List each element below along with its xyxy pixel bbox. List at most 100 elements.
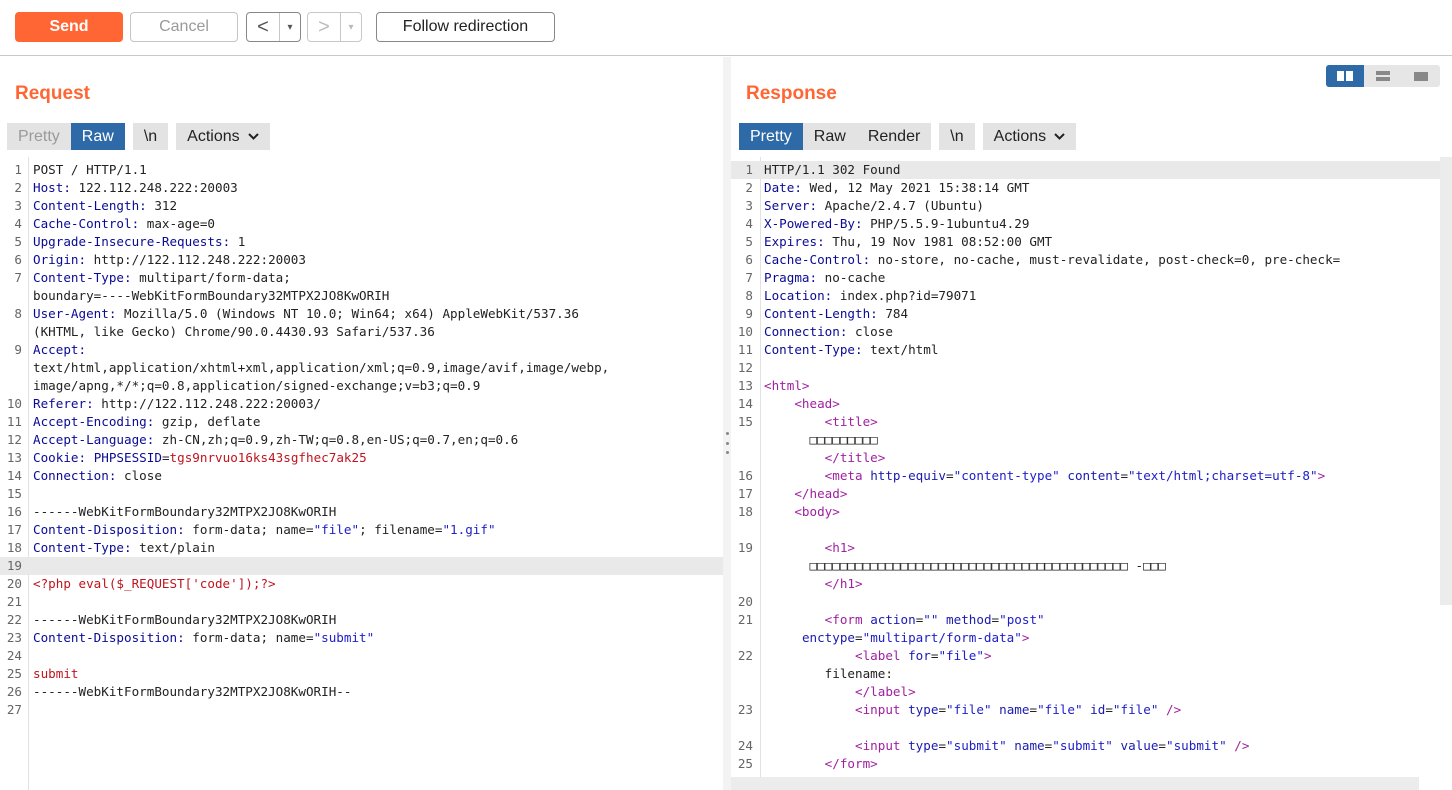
header-name: Host: [33, 180, 64, 195]
actions-menu-button[interactable]: Actions: [982, 123, 1077, 150]
line-number: 5: [14, 234, 22, 249]
code-line: 3 Server: Apache/2.4.7 (Ubuntu): [731, 197, 1452, 215]
line-text: Host: 122.112.248.222:20003: [33, 180, 238, 195]
panel-divider[interactable]: [723, 57, 731, 790]
cancel-button[interactable]: Cancel: [130, 12, 238, 42]
follow-redirection-button[interactable]: Follow redirection: [376, 12, 555, 42]
line-text: Connection: close: [33, 468, 162, 483]
line-number: 27: [6, 702, 22, 717]
html-attr: name: [999, 702, 1030, 717]
line-text: Content-Length: 784: [764, 306, 909, 321]
line-text: Cache-Control: no-store, no-cache, must-…: [764, 252, 1341, 267]
layout-side-by-side-icon[interactable]: [1326, 65, 1364, 87]
back-dropdown-icon[interactable]: ▾: [280, 13, 300, 41]
line-number: 13: [737, 378, 753, 393]
line-number: 10: [737, 324, 753, 339]
line-value: index.php?id=79071: [832, 288, 977, 303]
line-text: Accept-Encoding: gzip, deflate: [33, 414, 261, 429]
code-line: 21: [0, 593, 723, 611]
header-name: Content-Type: [33, 270, 124, 285]
code-line: 18 <body>: [731, 503, 1452, 521]
html-tag: <form: [794, 612, 863, 627]
line-number: 14: [737, 396, 753, 411]
header-name: Connection: [764, 324, 840, 339]
line-value: zh-CN,zh;q=0.9,zh-TW;q=0.8,en-US;q=0.7,e…: [154, 432, 519, 447]
line-number: 21: [737, 612, 753, 627]
line-value: http://122.112.248.222:20003/: [93, 396, 322, 411]
back-arrow-icon[interactable]: <: [247, 13, 280, 41]
line-value: close: [116, 468, 162, 483]
newline-toggle-button[interactable]: \n: [939, 123, 975, 150]
code-line: boundary=----WebKitFormBoundary32MTPX2JO…: [0, 287, 723, 305]
line-value: multipart/form-data;: [131, 270, 291, 285]
line-text: Accept:: [33, 342, 87, 357]
line-number: 7: [14, 270, 22, 285]
tab-pretty[interactable]: Pretty: [739, 123, 803, 150]
code-line: 26 ------WebKitFormBoundary32MTPX2JO8KwOR…: [0, 683, 723, 701]
line-value: close: [847, 324, 893, 339]
code-line: 3 Content-Length: 312: [0, 197, 723, 215]
html-attr-value: "submit": [1052, 738, 1113, 753]
vertical-scrollbar[interactable]: [1440, 157, 1452, 605]
layout-tabbed-icon[interactable]: [1402, 65, 1440, 87]
actions-menu-button[interactable]: Actions: [176, 123, 270, 150]
toolbar: Send Cancel < ▾ > ▾ Follow redirection: [0, 0, 1452, 56]
newline-toggle-button[interactable]: \n: [132, 123, 169, 150]
line-text: HTTP/1.1 302 Found: [764, 161, 900, 179]
request-editor[interactable]: 1 POST / HTTP/1.1 2 Host: 122.112.248.222:2…: [0, 157, 723, 790]
tab-raw[interactable]: Raw: [70, 123, 125, 150]
line-value: POST / HTTP/1.1: [33, 162, 147, 177]
tab-pretty[interactable]: Pretty: [7, 123, 71, 150]
line-number: 16: [737, 468, 753, 483]
history-forward-group: > ▾: [307, 12, 362, 42]
line-number: 19: [6, 558, 22, 573]
html-attr: for: [908, 648, 931, 663]
line-number: 22: [6, 612, 22, 627]
horizontal-scrollbar[interactable]: [731, 777, 1419, 790]
html-attr: http-equiv: [870, 468, 947, 483]
line-text: Referer: http://122.112.248.222:20003/: [33, 396, 322, 411]
line-text: Cache-Control: max-age=0: [33, 216, 215, 231]
line-number: 17: [737, 486, 753, 501]
tab-render[interactable]: Render: [856, 123, 932, 150]
line-value: Wed, 12 May 2021 15:38:14 GMT: [801, 180, 1030, 195]
html-attr: type: [908, 738, 939, 753]
quoted-value: "submit": [313, 630, 375, 645]
line-text: Content-Type: multipart/form-data;: [33, 270, 291, 285]
html-attr-value: "file": [946, 702, 992, 717]
code-line: 25 submit: [0, 665, 723, 683]
header-value: form-data; name=: [184, 522, 314, 537]
response-editor[interactable]: 1 HTTP/1.1 302 Found 2 Date: Wed, 12 May 20…: [731, 157, 1452, 790]
code-line: (KHTML, like Gecko) Chrome/90.0.4430.93 …: [0, 323, 723, 341]
code-line: 19 <h1>: [731, 539, 1452, 557]
html-tag: <meta: [794, 468, 863, 483]
send-button[interactable]: Send: [15, 12, 123, 42]
drag-handle-icon[interactable]: [725, 432, 729, 454]
layout-stacked-icon[interactable]: [1364, 65, 1402, 87]
header-name: Upgrade-Insecure-Requests: [33, 234, 223, 249]
code-line: 2 Date: Wed, 12 May 2021 15:38:14 GMT: [731, 179, 1452, 197]
line-number: 18: [737, 504, 753, 519]
line-number: 7: [745, 270, 753, 285]
line-value: submit: [33, 666, 79, 681]
line-number: 1: [14, 162, 22, 177]
line-value: no-store, no-cache, must-revalidate, pos…: [870, 252, 1341, 267]
forward-dropdown-icon[interactable]: ▾: [341, 13, 361, 41]
line-text: filename:: [764, 665, 893, 683]
request-code: 1 POST / HTTP/1.1 2 Host: 122.112.248.222:2…: [0, 161, 723, 719]
line-text: X-Powered-By: PHP/5.5.9-1ubuntu4.29: [764, 216, 1030, 231]
line-value: ------WebKitFormBoundary32MTPX2JO8KwORIH: [33, 612, 337, 627]
line-text: text/html,application/xhtml+xml,applicat…: [33, 359, 609, 377]
html-attr-value: "content-type": [953, 468, 1060, 483]
line-text: Date: Wed, 12 May 2021 15:38:14 GMT: [764, 180, 1030, 195]
header-name: Connection: [33, 468, 109, 483]
line-text: ------WebKitFormBoundary32MTPX2JO8KwORIH: [33, 503, 336, 521]
tab-raw[interactable]: Raw: [802, 123, 857, 150]
code-line: 9 Content-Length: 784: [731, 305, 1452, 323]
line-number: 1: [745, 162, 753, 177]
code-line: 21 <form action="" method="post": [731, 611, 1452, 629]
forward-arrow-icon[interactable]: >: [308, 13, 341, 41]
line-text: <h1>: [764, 539, 855, 557]
line-text: <html>: [764, 377, 810, 395]
line-number: 11: [737, 342, 753, 357]
